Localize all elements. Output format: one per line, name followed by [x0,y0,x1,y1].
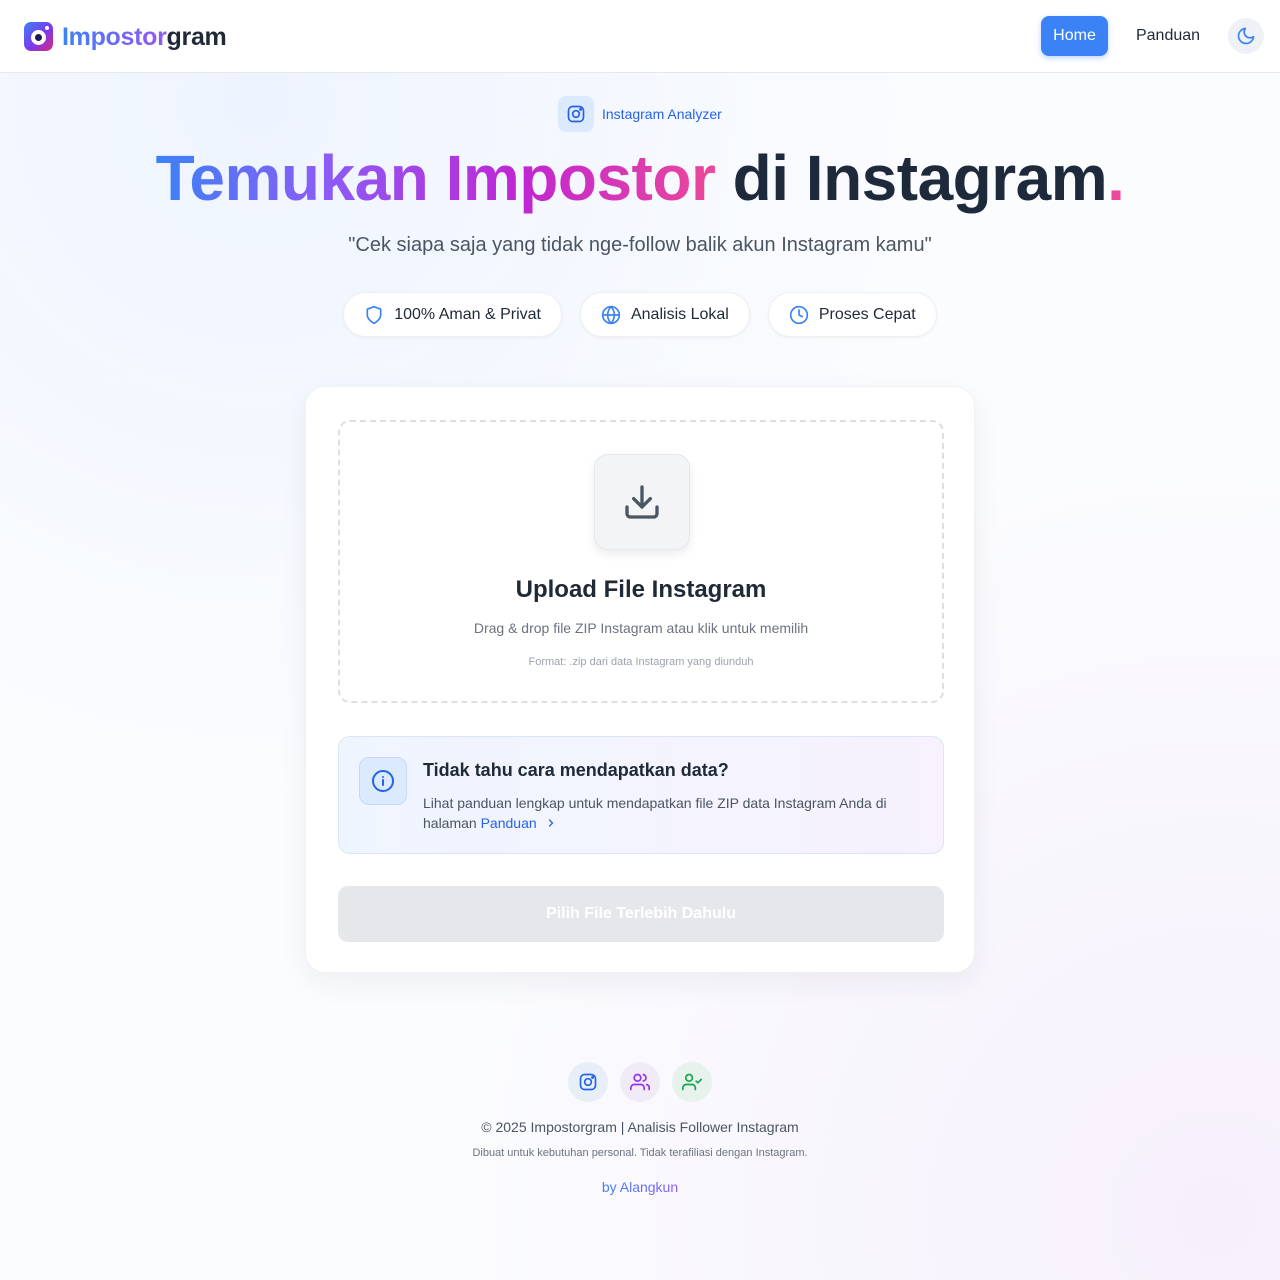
upload-icon-box[interactable] [594,454,690,550]
download-icon [625,485,659,519]
moon-icon [1237,27,1255,45]
upload-title: Upload File Instagram [515,576,767,603]
footer-author: by Alangkun [0,1179,1280,1195]
feature-chip-speed: Proses Cepat [767,292,937,337]
feature-label: Analisis Lokal [630,305,729,323]
shield-icon [366,305,382,324]
feature-chip-privacy: 100% Aman & Privat [343,292,562,337]
page-subtitle: "Cek siapa saja yang tidak nge-follow ba… [348,234,932,256]
feature-chip-local: Analisis Lokal [579,292,750,337]
upload-description: Drag & drop file ZIP Instagram atau klik… [473,620,809,636]
badge-instagram-icon [558,96,594,132]
upload-card: Upload File Instagram Drag & drop file Z… [305,386,975,973]
analyzer-badge: Instagram Analyzer [558,96,722,132]
page-title: Temukan Impostor di Instagram. [0,140,1280,216]
globe-icon [601,305,621,324]
upload-format-note: Format: .zip dari data Instagram yang di… [528,656,754,668]
theme-toggle-button[interactable] [1228,18,1264,54]
guide-link[interactable]: Panduan [481,813,557,833]
nav-home-button[interactable]: Home [1041,16,1108,56]
brand-logo[interactable]: Impostorgram [62,21,227,53]
upload-dropzone[interactable]: Upload File Instagram Drag & drop file Z… [338,420,944,703]
logo-icon[interactable] [24,22,53,51]
footer-disclaimer: Dibuat untuk kebutuhan personal. Tidak t… [472,1147,808,1159]
brand-name-part1: Impostor [62,23,167,51]
footer-copyright: © 2025 Impostorgram | Analisis Follower … [481,1119,799,1135]
brand-name-part2: gram [166,23,227,51]
title-highlight: Temukan Impostor [155,142,716,214]
title-rest: di Instagram [715,142,1108,214]
guide-link-label: Panduan [480,815,537,831]
footer-icons [0,1062,1280,1102]
users-icon [620,1062,660,1102]
author-link[interactable]: by Alangkun [602,1179,678,1195]
chevron-right-icon [548,819,553,827]
submit-button[interactable]: Pilih File Terlebih Dahulu [338,886,944,942]
info-icon [359,757,407,805]
guide-info-box: Tidak tahu cara mendapatkan data? Lihat … [338,736,944,854]
clock-icon [789,305,808,324]
user-check-icon [672,1062,712,1102]
feature-label: 100% Aman & Privat [394,305,541,323]
app-header: Impostorgram Home Panduan [0,0,1280,73]
feature-list: 100% Aman & Privat Analisis Lokal Proses… [0,292,1280,337]
instagram-icon [568,1062,608,1102]
nav-guide-link[interactable]: Panduan [1124,16,1212,56]
feature-label: Proses Cepat [818,305,916,323]
info-title: Tidak tahu cara mendapatkan data? [423,760,729,780]
info-text: Lihat panduan lengkap untuk mendapatkan … [423,793,913,833]
badge-label: Instagram Analyzer [602,106,722,122]
title-dot: . [1107,142,1125,214]
